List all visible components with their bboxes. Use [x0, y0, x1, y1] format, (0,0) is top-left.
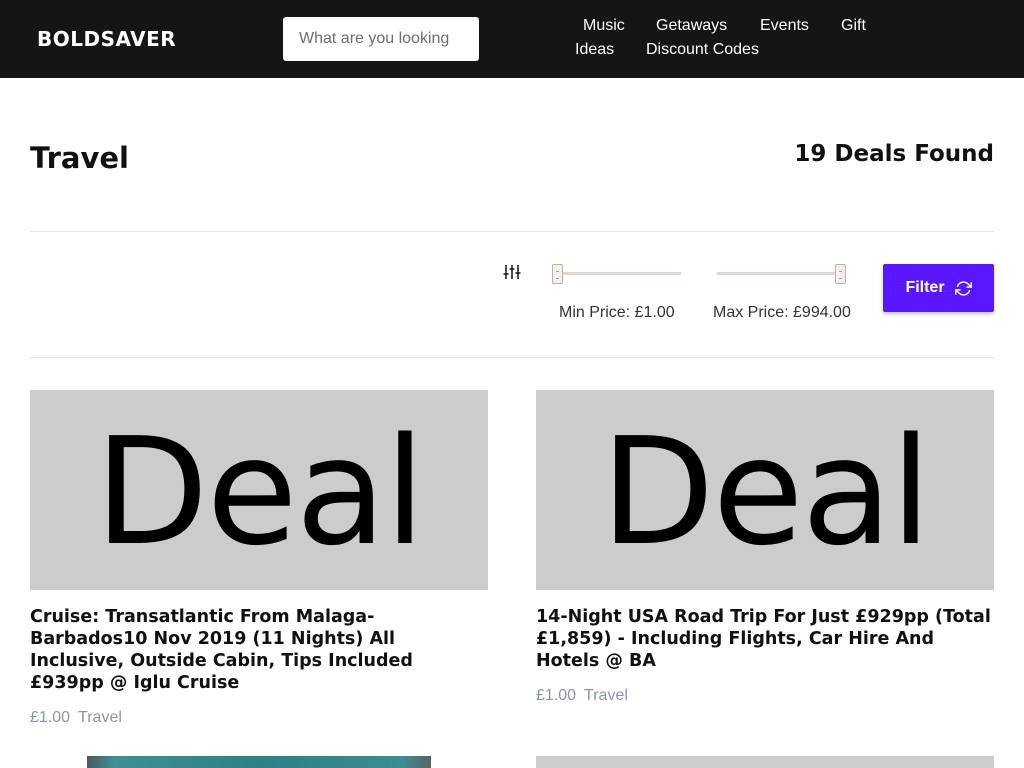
site-header: BOLDSAVER Music Getaways Events Gift Ide…	[0, 0, 1024, 78]
deal-title[interactable]: Cruise: Transatlantic From Malaga-Barbad…	[30, 606, 488, 694]
site-logo[interactable]: BOLDSAVER	[37, 27, 176, 51]
deal-category[interactable]: Travel	[78, 709, 122, 726]
deal-card[interactable]: Deal Cruise: Transatlantic From Malaga-B…	[30, 390, 488, 727]
deal-image-text: Deal	[94, 406, 426, 578]
page-title: Travel	[30, 141, 129, 175]
nav-item-music[interactable]: Music	[583, 17, 625, 35]
min-price-label: Min Price: £1.00	[559, 304, 675, 321]
divider	[30, 357, 994, 358]
min-price-slider-handle[interactable]	[552, 264, 563, 284]
deal-image-partial[interactable]	[87, 756, 431, 768]
deal-image[interactable]: Deal	[30, 390, 488, 590]
deal-image-partial[interactable]	[536, 756, 994, 768]
nav-item-getaways[interactable]: Getaways	[656, 17, 727, 35]
filter-button-label: Filter	[905, 279, 945, 296]
deal-price: £1.00	[30, 709, 71, 726]
deals-count: 19 Deals Found	[794, 141, 994, 167]
nav-item-discount-codes[interactable]: Discount Codes	[646, 41, 759, 59]
max-price-slider-handle[interactable]	[835, 264, 846, 284]
divider	[30, 231, 994, 232]
nav-item-events[interactable]: Events	[760, 17, 809, 35]
search-input[interactable]	[283, 17, 479, 61]
refresh-icon	[954, 280, 972, 296]
min-price-slider-track[interactable]	[554, 272, 681, 275]
deal-card[interactable]: Deal 14-Night USA Road Trip For Just £92…	[536, 390, 994, 705]
deal-image-text: Deal	[600, 406, 932, 578]
max-price-label: Max Price: £994.00	[713, 304, 851, 321]
deal-price: £1.00	[536, 687, 577, 704]
deal-image[interactable]: Deal	[536, 390, 994, 590]
sliders-icon[interactable]	[503, 264, 521, 280]
filter-button[interactable]: Filter	[883, 264, 994, 312]
deal-category[interactable]: Travel	[584, 687, 628, 704]
max-price-slider-track[interactable]	[717, 272, 845, 275]
deal-meta: £1.00 Travel	[536, 687, 994, 705]
deal-meta: £1.00 Travel	[30, 709, 488, 727]
nav-item-ideas[interactable]: Ideas	[575, 41, 614, 59]
nav-item-gift[interactable]: Gift	[841, 17, 866, 35]
deal-title[interactable]: 14-Night USA Road Trip For Just £929pp (…	[536, 606, 994, 672]
